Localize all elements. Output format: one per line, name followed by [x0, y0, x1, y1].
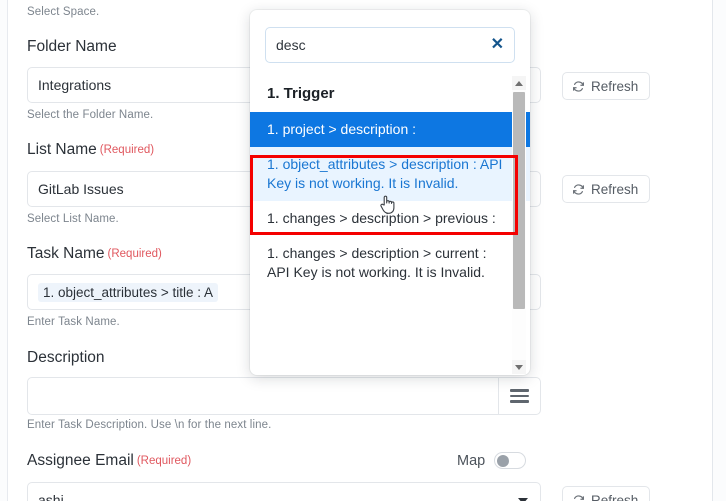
folder-name-refresh-button[interactable]: Refresh — [562, 72, 651, 100]
description-row — [27, 377, 541, 415]
list-name-helper: Select List Name. — [27, 213, 119, 225]
refresh-icon — [572, 183, 585, 196]
close-icon[interactable]: ✕ — [485, 37, 504, 53]
folder-name-value: Integrations — [38, 77, 112, 93]
popup-search-box[interactable]: ✕ — [265, 27, 515, 63]
description-input[interactable] — [27, 377, 498, 415]
assignee-email-label-text: Assignee Email — [27, 452, 134, 469]
popup-option-changes-description-previous[interactable]: 1. changes > description > previous : — [250, 201, 530, 236]
variable-picker-popup: ✕ 1. Trigger 1. project > description : … — [250, 10, 530, 375]
description-menu-button[interactable] — [498, 377, 541, 415]
list-name-refresh-label: Refresh — [591, 181, 639, 197]
folder-name-label: Folder Name — [27, 37, 117, 57]
refresh-icon — [572, 80, 585, 93]
scroll-up-arrow-icon[interactable] — [512, 76, 526, 90]
map-toggle-label: Map — [457, 452, 486, 469]
assignee-email-select[interactable]: ashi — [27, 482, 541, 501]
scrollbar-thumb[interactable] — [513, 92, 525, 309]
task-name-token[interactable]: 1. object_attributes > title : A — [38, 282, 218, 302]
hamburger-icon — [510, 389, 529, 403]
popup-option-changes-description-current[interactable]: 1. changes > description > current : API… — [250, 236, 530, 290]
assignee-email-required-badge: (Required) — [136, 455, 192, 467]
task-name-required-badge: (Required) — [107, 248, 162, 260]
popup-option-object-attributes-description[interactable]: 1. object_attributes > description : API… — [250, 147, 530, 201]
page-right-rail — [712, 0, 726, 501]
description-label: Description — [27, 348, 105, 368]
assignee-email-value: ashi — [38, 492, 64, 501]
description-helper: Enter Task Description. Use \n for the n… — [27, 419, 272, 431]
assignee-email-refresh-label: Refresh — [591, 492, 639, 501]
list-name-required-badge: (Required) — [99, 144, 155, 156]
map-toggle-switch[interactable] — [494, 452, 527, 469]
folder-name-refresh-label: Refresh — [591, 78, 639, 94]
scroll-down-arrow-icon[interactable] — [512, 360, 526, 374]
assignee-email-refresh-button[interactable]: Refresh — [562, 486, 651, 501]
refresh-icon — [572, 494, 585, 501]
map-toggle-knob — [497, 454, 510, 467]
task-name-label-text: Task Name — [27, 245, 105, 262]
list-name-label-text: List Name — [27, 141, 97, 158]
task-name-helper: Enter Task Name. — [27, 316, 120, 328]
map-toggle-group: Map — [457, 452, 527, 469]
popup-scrollbar[interactable] — [512, 76, 526, 374]
list-name-refresh-button[interactable]: Refresh — [562, 175, 651, 203]
popup-option-project-description[interactable]: 1. project > description : — [250, 112, 530, 147]
search-input[interactable] — [276, 37, 485, 53]
description-label-text: Description — [27, 349, 105, 366]
screen-root: Select Space. Folder Name Integrations S… — [0, 0, 726, 501]
page-left-rail — [0, 0, 8, 501]
folder-name-label-text: Folder Name — [27, 38, 117, 55]
folder-name-helper: Select the Folder Name. — [27, 109, 154, 121]
task-name-label: Task Name (Required) — [27, 244, 162, 264]
assignee-email-label: Assignee Email (Required) — [27, 451, 191, 471]
list-name-label: List Name (Required) — [27, 140, 154, 160]
list-name-value: GitLab Issues — [38, 181, 124, 197]
space-helper-text: Select Space. — [27, 6, 100, 18]
popup-option-list[interactable]: 1. Trigger 1. project > description : 1.… — [250, 75, 530, 375]
popup-group-header: 1. Trigger — [267, 85, 335, 102]
